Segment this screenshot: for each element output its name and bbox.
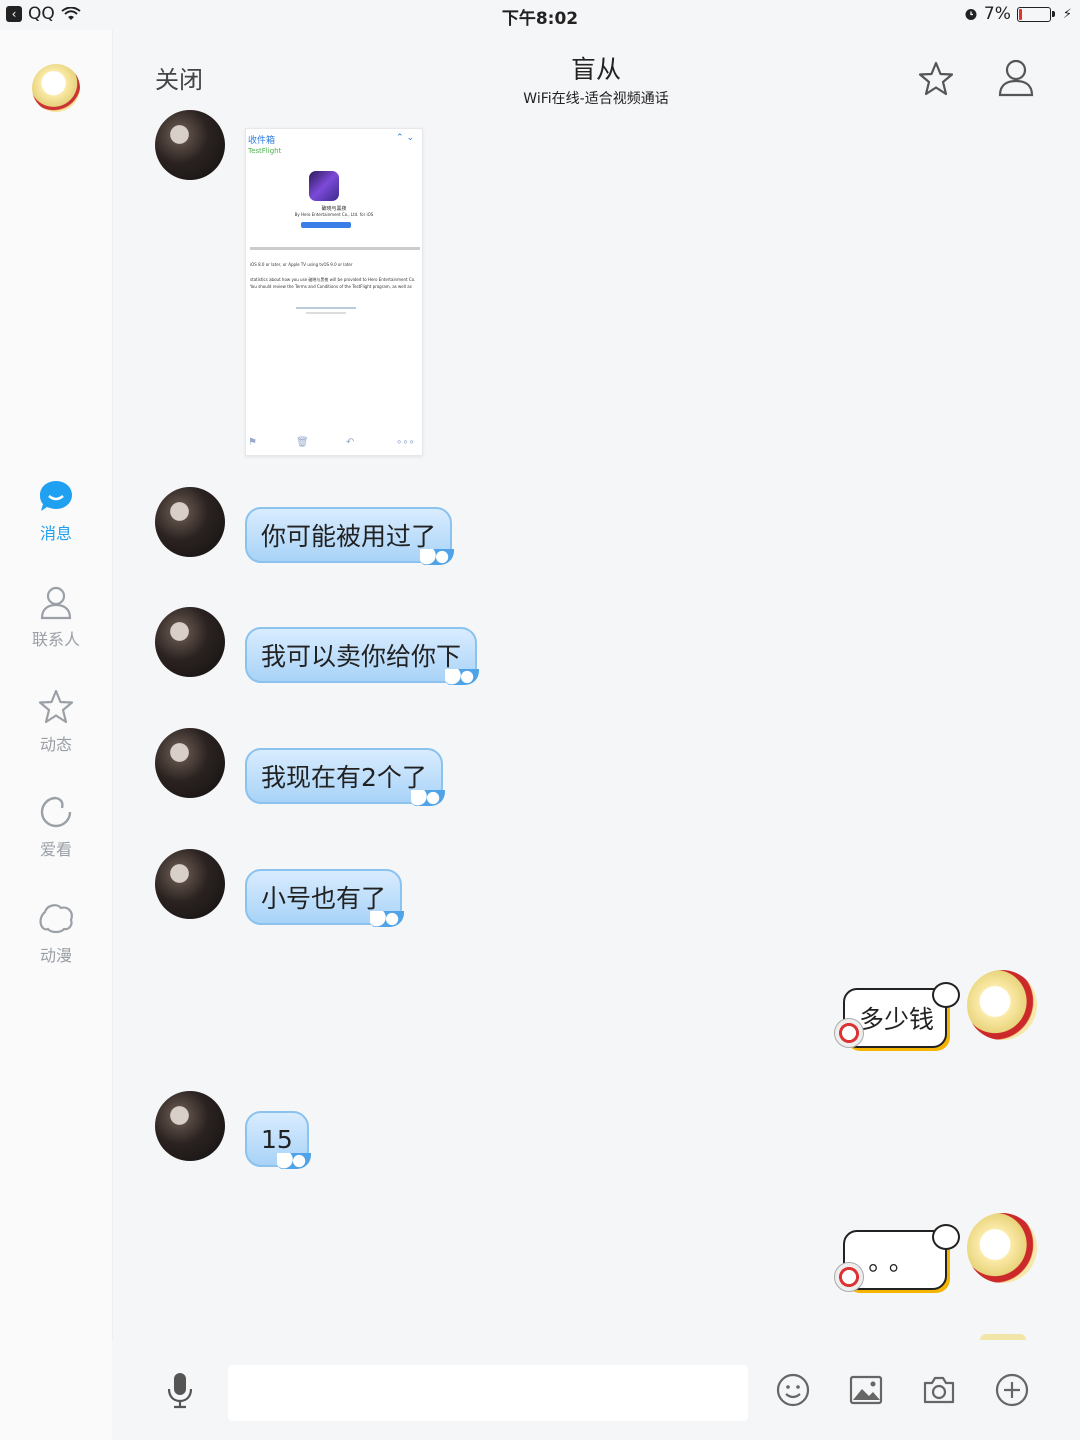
contact-avatar[interactable] xyxy=(155,607,225,677)
sidebar-item-label: 消息 xyxy=(39,524,72,543)
input-bar xyxy=(112,1340,1080,1440)
contact-avatar[interactable] xyxy=(155,487,225,557)
camera-icon[interactable] xyxy=(919,1370,959,1410)
more-icon: ∘∘∘ xyxy=(396,437,415,448)
message-bubble[interactable]: 你可能被用过了 xyxy=(245,507,455,565)
plus-icon[interactable] xyxy=(992,1370,1032,1410)
my-avatar[interactable] xyxy=(967,1213,1037,1283)
message-bubble[interactable]: 我可以卖你给你下 xyxy=(245,627,480,685)
flag-icon: ⚑ xyxy=(248,437,257,448)
charging-bolt-icon: ⚡ xyxy=(1062,6,1072,22)
contacts-icon xyxy=(36,582,76,622)
shot-chevrons: ⌃ ⌄ xyxy=(396,133,414,143)
contact-avatar[interactable] xyxy=(155,728,225,798)
install-button xyxy=(301,222,351,228)
contact-avatar[interactable] xyxy=(155,849,225,919)
message-bubble[interactable]: 小号也有了 xyxy=(245,869,405,927)
favorite-star-icon[interactable] xyxy=(917,60,955,102)
message-bubble[interactable]: 15 xyxy=(245,1111,311,1169)
chat-header: 关闭 盲从 WiFi在线-适合视频通话 xyxy=(112,30,1080,120)
microphone-icon[interactable] xyxy=(160,1370,200,1410)
reply-icon: ↶ xyxy=(346,437,355,448)
shot-header: 收件箱 ⌃ ⌄ TestFlight xyxy=(248,133,414,155)
message-input[interactable] xyxy=(228,1365,748,1421)
profile-icon[interactable] xyxy=(997,58,1035,102)
trash-icon: 🗑 xyxy=(296,437,309,448)
clock: 下午8:02 xyxy=(501,9,579,29)
status-bar: ‹ QQ 下午8:02 7% ⚡ xyxy=(0,0,1080,30)
star-icon xyxy=(36,687,76,727)
sidebar-item-label: 动漫 xyxy=(39,946,72,965)
sidebar-item-messages[interactable]: 消息 xyxy=(0,476,112,544)
shot-toolbar: ⚑ 🗑 ↶ ∘∘∘ xyxy=(246,437,422,451)
panda-sticker-icon xyxy=(932,1224,960,1250)
anime-icon xyxy=(36,898,76,938)
sidebar: 消息 联系人 动态 爱看 动漫 xyxy=(0,30,113,1440)
sidebar-item-label: 联系人 xyxy=(31,630,80,649)
my-avatar[interactable] xyxy=(32,64,80,112)
sidebar-item-label: 动态 xyxy=(39,735,72,754)
sidebar-item-aikan[interactable]: 爱看 xyxy=(0,792,112,860)
sidebar-item-label: 爱看 xyxy=(39,840,72,859)
mascot-sticker-icon xyxy=(834,1262,864,1292)
sidebar-item-feed[interactable]: 动态 xyxy=(0,687,112,755)
image-icon[interactable] xyxy=(846,1370,886,1410)
alarm-icon xyxy=(965,9,977,20)
contact-avatar[interactable] xyxy=(155,1091,225,1161)
sidebar-item-contacts[interactable]: 联系人 xyxy=(0,582,112,650)
image-message[interactable]: 收件箱 ⌃ ⌄ TestFlight 破晓与黑夜 By Hero Enterta… xyxy=(245,128,423,456)
emoji-icon[interactable] xyxy=(773,1370,813,1410)
mascot-sticker-icon xyxy=(834,1018,864,1048)
my-avatar[interactable] xyxy=(967,970,1037,1040)
panda-sticker-icon xyxy=(932,982,960,1008)
battery-percent: 7% xyxy=(983,4,1011,24)
app-icon xyxy=(309,171,339,201)
sidebar-item-anime[interactable]: 动漫 xyxy=(0,898,112,966)
contact-avatar[interactable] xyxy=(155,110,225,180)
aikan-icon xyxy=(36,792,76,832)
message-bubble[interactable]: 我现在有2个了 xyxy=(245,748,445,806)
message-bubble-icon xyxy=(36,476,76,516)
battery-icon xyxy=(1016,6,1055,22)
